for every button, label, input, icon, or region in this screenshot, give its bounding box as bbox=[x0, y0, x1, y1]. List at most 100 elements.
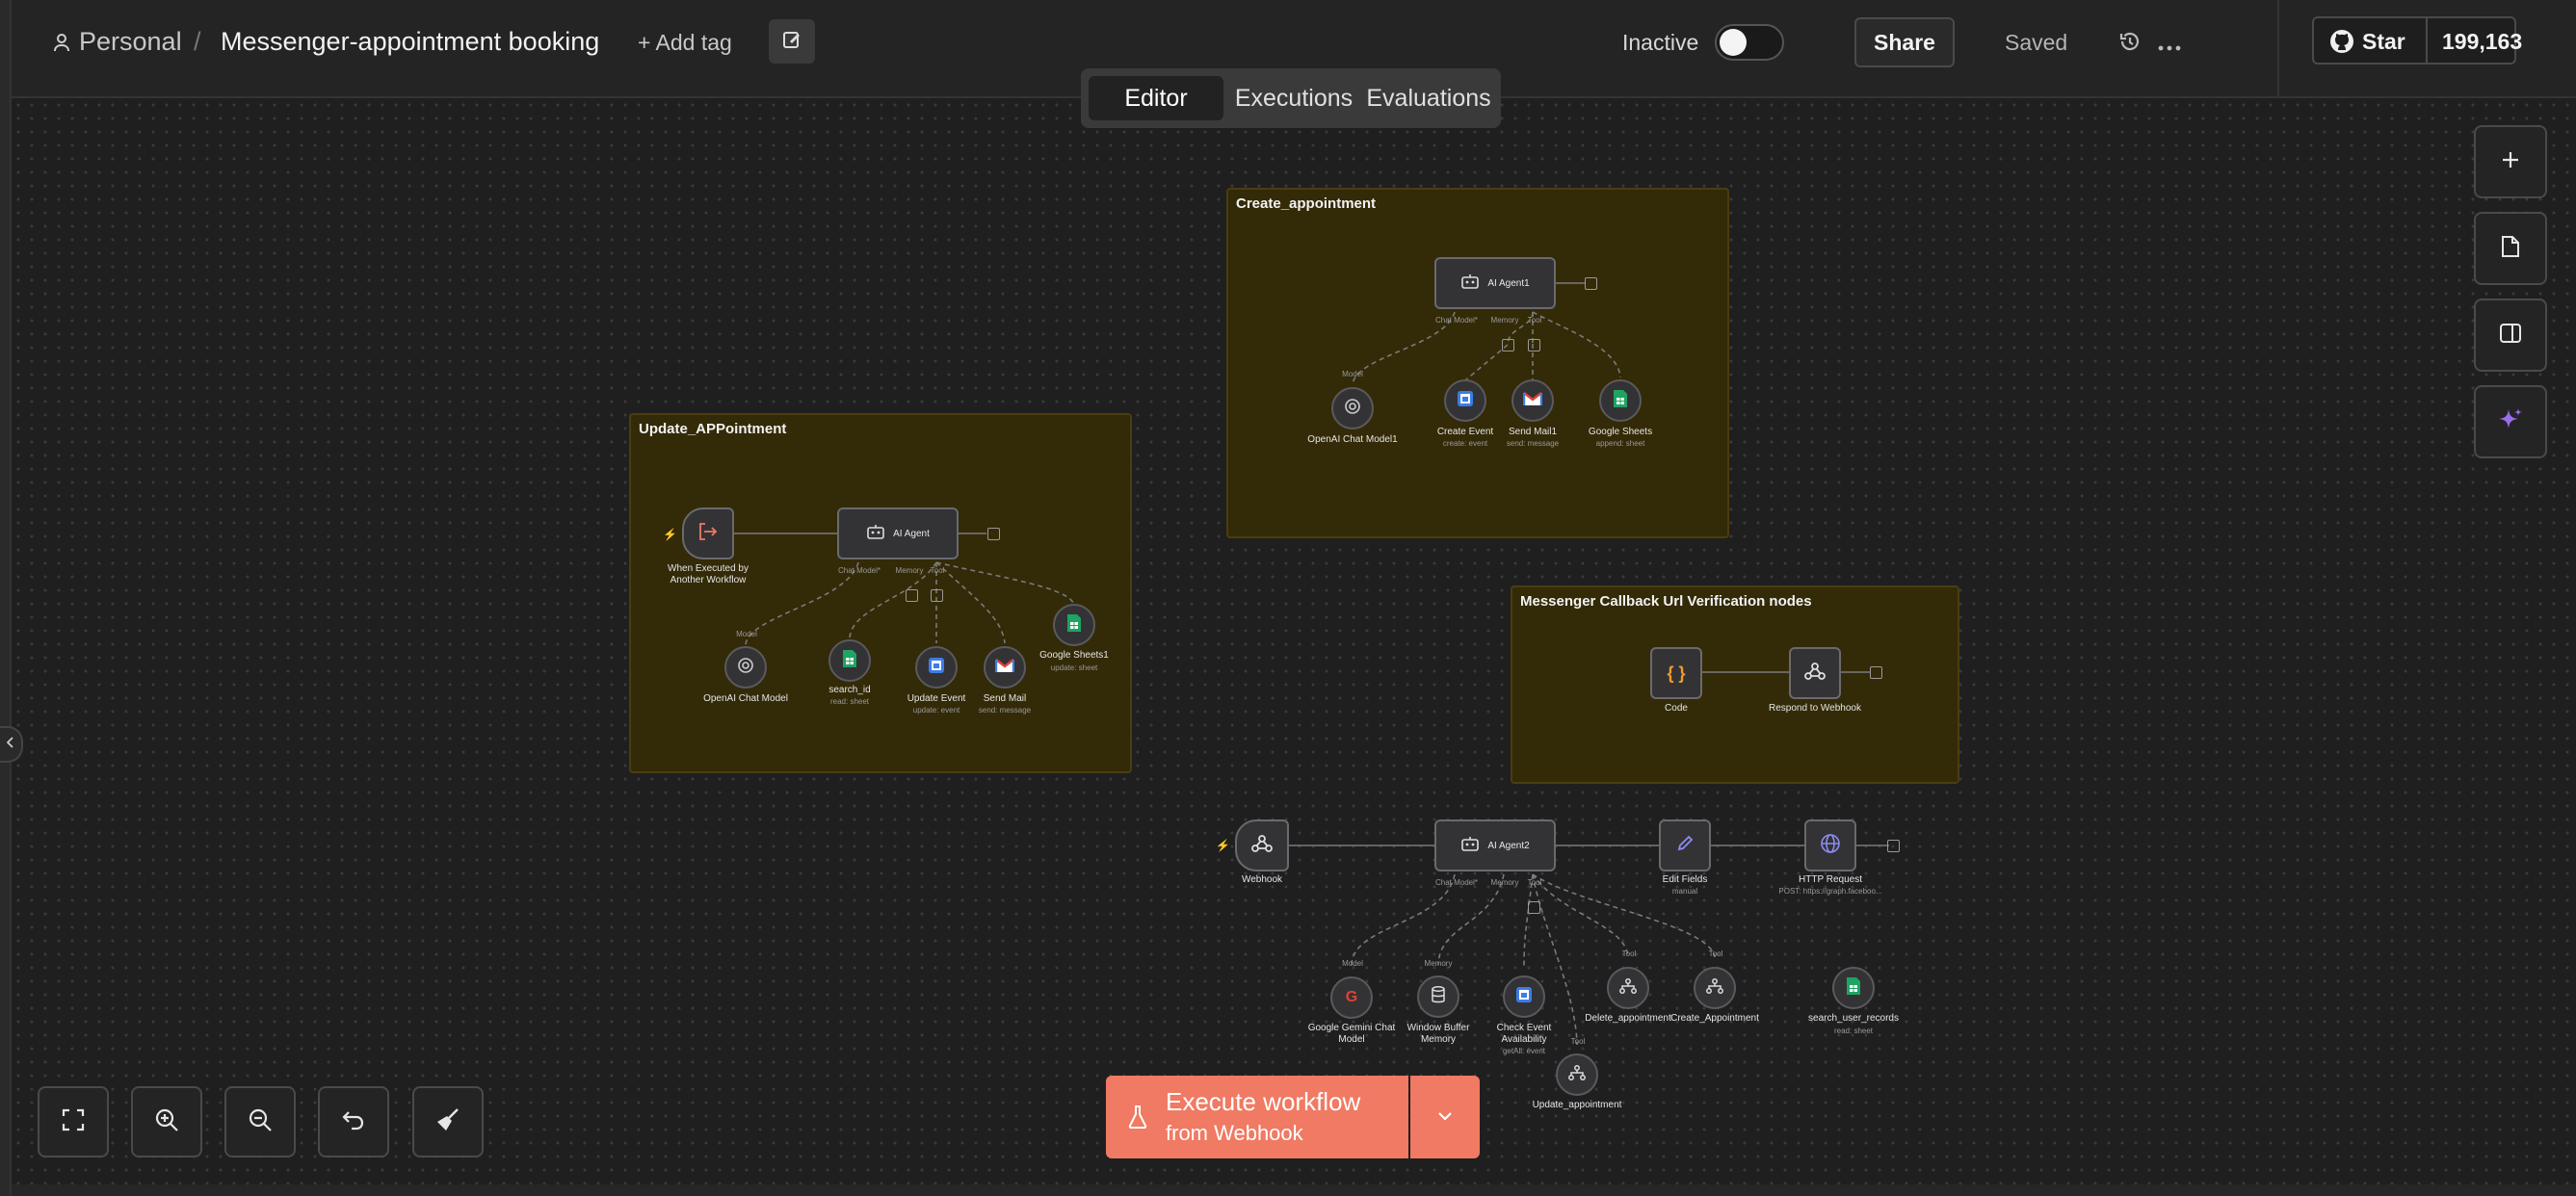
execute-workflow-trigger-node[interactable] bbox=[682, 507, 734, 559]
port-label-tool: Tool bbox=[1527, 878, 1542, 887]
execute-workflow-button[interactable]: Execute workflow from Webhook bbox=[1106, 1076, 1408, 1158]
trigger-bolt-icon: ⚡ bbox=[1216, 839, 1230, 852]
port-label-chat-model: Chat Model* bbox=[837, 566, 881, 575]
openai-chat-model1-node[interactable] bbox=[1331, 387, 1374, 429]
execute-title: Execute workflow bbox=[1166, 1087, 1361, 1116]
chevron-down-icon bbox=[1437, 1108, 1453, 1126]
ai-agent1-node[interactable]: AI Agent1 bbox=[1434, 257, 1556, 309]
robot-icon bbox=[1460, 836, 1480, 856]
globe-icon bbox=[1820, 833, 1841, 859]
google-sheets-node[interactable] bbox=[1599, 379, 1642, 422]
update-appointment-tool-node[interactable] bbox=[1556, 1053, 1598, 1096]
node-label: Update_appointment bbox=[1532, 1100, 1622, 1110]
google-calendar-icon bbox=[1457, 390, 1474, 412]
zoom-to-fit-button[interactable] bbox=[38, 1086, 109, 1157]
add-node-button[interactable] bbox=[1870, 666, 1882, 679]
node-title: AI Agent2 bbox=[1487, 840, 1530, 851]
send-mail1-node[interactable] bbox=[1511, 379, 1554, 422]
node-label: OpenAI Chat Model bbox=[703, 693, 788, 704]
openai-icon bbox=[736, 656, 755, 680]
openai-icon bbox=[1343, 397, 1362, 421]
chevron-left-icon bbox=[6, 736, 14, 753]
add-tool-button[interactable] bbox=[931, 589, 943, 602]
zoom-in-button[interactable] bbox=[131, 1086, 202, 1157]
node-label: search_id bbox=[828, 685, 871, 695]
database-icon bbox=[1431, 985, 1446, 1008]
node-subtitle: read: sheet bbox=[1833, 1027, 1874, 1035]
add-memory-button[interactable] bbox=[1502, 339, 1514, 351]
check-event-availability-node[interactable] bbox=[1503, 975, 1545, 1018]
node-label: Webhook bbox=[1241, 874, 1283, 885]
plus-icon bbox=[2500, 149, 2521, 175]
add-tool-button[interactable] bbox=[1528, 901, 1540, 914]
port-label-chat-model: Chat Model* bbox=[1434, 878, 1479, 887]
port-label-memory: Memory bbox=[1490, 878, 1519, 887]
broom-icon bbox=[434, 1106, 461, 1138]
port-label-model: Model bbox=[1342, 959, 1363, 968]
port-label-tool: Tool bbox=[930, 566, 945, 575]
node-label: Window Buffer Memory bbox=[1406, 1023, 1470, 1045]
node-subtitle: getAll: event bbox=[1502, 1047, 1546, 1055]
sign-in-icon bbox=[697, 522, 719, 546]
zoom-out-icon bbox=[248, 1107, 273, 1137]
node-label: Update Event bbox=[907, 693, 966, 704]
node-title: AI Agent bbox=[893, 528, 930, 539]
node-label: Google Sheets1 bbox=[1039, 650, 1109, 661]
panel-icon bbox=[2499, 323, 2522, 349]
toggle-panel-button[interactable] bbox=[2474, 299, 2547, 372]
create-appointment-tool-node[interactable] bbox=[1694, 967, 1736, 1009]
search-id-node[interactable] bbox=[828, 639, 871, 682]
gemini-chat-model-node[interactable]: G bbox=[1330, 976, 1373, 1019]
google-sheets1-node[interactable] bbox=[1053, 604, 1095, 646]
openai-chat-model-node[interactable] bbox=[724, 646, 767, 689]
node-subtitle: manual bbox=[1671, 887, 1698, 896]
flask-icon bbox=[1127, 1105, 1148, 1134]
node-label: HTTP Request bbox=[1799, 874, 1862, 885]
add-tool-button[interactable] bbox=[1528, 339, 1540, 351]
http-request-node[interactable] bbox=[1804, 819, 1856, 871]
node-label: Send Mail bbox=[983, 693, 1027, 704]
port-label-memory: Memory bbox=[895, 566, 924, 575]
delete-appointment-node[interactable] bbox=[1607, 967, 1649, 1009]
add-node-button[interactable] bbox=[1887, 840, 1900, 852]
sticky-note-icon bbox=[2500, 235, 2521, 263]
update-event-node[interactable] bbox=[915, 646, 958, 689]
ai-assistant-button[interactable] bbox=[2474, 385, 2547, 458]
node-label: OpenAI Chat Model1 bbox=[1307, 434, 1398, 445]
gmail-icon bbox=[1522, 391, 1543, 411]
execute-subtitle: from Webhook bbox=[1166, 1121, 1303, 1145]
window-buffer-memory-node[interactable] bbox=[1417, 975, 1459, 1018]
trigger-bolt-icon: ⚡ bbox=[663, 528, 677, 541]
webhook-node[interactable] bbox=[1235, 819, 1289, 871]
send-mail-node[interactable] bbox=[984, 646, 1026, 689]
tidy-up-button[interactable] bbox=[412, 1086, 484, 1157]
robot-icon bbox=[866, 524, 885, 544]
node-title: AI Agent1 bbox=[1487, 277, 1530, 289]
add-node-button[interactable] bbox=[987, 528, 1000, 540]
reset-zoom-button[interactable] bbox=[318, 1086, 389, 1157]
google-calendar-icon bbox=[1515, 986, 1533, 1008]
code-node[interactable]: { } bbox=[1650, 647, 1702, 699]
port-label-model: Model bbox=[1342, 370, 1363, 378]
node-label: Google Sheets bbox=[1588, 427, 1653, 437]
connection-wires bbox=[733, 282, 1889, 1046]
sub-workflow-icon bbox=[1568, 1064, 1586, 1085]
zoom-out-button[interactable] bbox=[224, 1086, 296, 1157]
execute-options-button[interactable] bbox=[1410, 1076, 1480, 1158]
node-label: Check Event Availability bbox=[1496, 1023, 1552, 1045]
webhook-icon bbox=[1251, 834, 1273, 858]
add-node-button[interactable] bbox=[1585, 277, 1597, 290]
ai-agent-node[interactable]: AI Agent bbox=[837, 507, 959, 559]
node-subtitle: read: sheet bbox=[829, 697, 870, 706]
respond-to-webhook-node[interactable] bbox=[1789, 647, 1841, 699]
node-label: Create Event bbox=[1436, 427, 1494, 437]
add-node-panel-button[interactable] bbox=[2474, 125, 2547, 198]
create-event-node[interactable] bbox=[1444, 379, 1486, 422]
sticky-note-button[interactable] bbox=[2474, 212, 2547, 285]
add-memory-button[interactable] bbox=[906, 589, 918, 602]
search-user-records-node[interactable] bbox=[1832, 967, 1875, 1009]
ai-agent2-node[interactable]: AI Agent2 bbox=[1434, 819, 1556, 871]
edit-fields-node[interactable] bbox=[1659, 819, 1711, 871]
port-label-tool: Tool bbox=[1570, 1037, 1586, 1046]
node-subtitle: update: event bbox=[912, 706, 960, 715]
